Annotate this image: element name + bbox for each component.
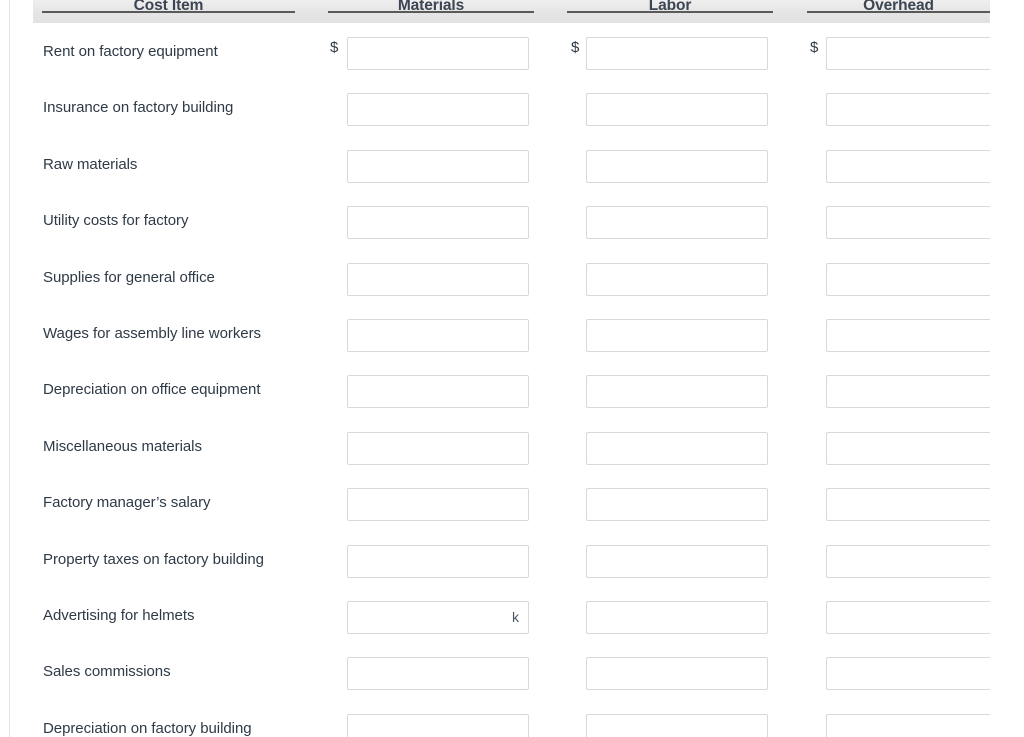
cost-item-label: Factory manager’s salary (43, 494, 211, 512)
cost-item-label: Rent on factory equipment (43, 43, 218, 60)
table-row: Wages for assembly line workers (10, 305, 990, 361)
table-body: Rent on factory equipment $ $ $ Insurance on… (10, 23, 990, 737)
labor-input[interactable] (586, 206, 768, 240)
overhead-input[interactable] (826, 600, 990, 634)
table-header-row: Cost Item Materials Labor Overhead (33, 0, 990, 23)
column-header-cost-item: Cost Item (42, 0, 295, 23)
cost-item-label: Supplies for general office (43, 268, 215, 286)
table-row: Advertising for helmets (10, 587, 990, 643)
materials-input[interactable] (347, 375, 529, 409)
overhead-input[interactable] (826, 262, 990, 296)
labor-input[interactable] (586, 375, 768, 409)
column-header-overhead: Overhead (807, 0, 990, 23)
overhead-input[interactable] (826, 657, 990, 691)
materials-input[interactable] (347, 544, 529, 578)
labor-input[interactable] (586, 544, 768, 578)
table-row: Sales commissions (10, 643, 990, 699)
currency-symbol: $ (571, 39, 580, 56)
materials-input[interactable] (347, 713, 529, 737)
labor-input[interactable] (586, 488, 768, 522)
column-header-materials-underline (328, 11, 534, 13)
materials-input[interactable] (347, 262, 529, 296)
worksheet-screen: Cost Item Materials Labor Overhead Rent … (0, 0, 1024, 737)
cost-item-label: Depreciation on factory building (43, 719, 252, 737)
column-header-materials: Materials (328, 0, 534, 23)
materials-input[interactable] (347, 93, 529, 127)
materials-input[interactable] (347, 657, 529, 691)
labor-input[interactable] (586, 713, 768, 737)
worksheet-page: Cost Item Materials Labor Overhead Rent … (10, 0, 990, 737)
overhead-input[interactable] (826, 149, 990, 183)
labor-input[interactable] (586, 318, 768, 352)
currency-symbol: $ (810, 39, 819, 56)
column-header-labor: Labor (567, 0, 773, 23)
table-row: Depreciation on factory building (10, 700, 990, 737)
table-row: Depreciation on office equipment (10, 361, 990, 417)
cost-item-label: Sales commissions (43, 663, 171, 681)
materials-input[interactable] (347, 37, 529, 70)
overhead-input[interactable] (826, 206, 990, 240)
column-header-labor-underline (567, 11, 773, 13)
cost-item-label: Utility costs for factory (43, 212, 189, 230)
materials-input[interactable] (347, 488, 529, 522)
materials-input[interactable] (347, 206, 529, 240)
overhead-input[interactable] (826, 544, 990, 578)
cost-item-label: Miscellaneous materials (43, 437, 202, 455)
labor-input[interactable] (586, 431, 768, 465)
overhead-input[interactable] (826, 37, 990, 70)
materials-input[interactable] (347, 149, 529, 183)
table-row: Property taxes on factory building (10, 531, 990, 587)
overhead-input[interactable] (826, 488, 990, 522)
column-header-overhead-underline (807, 11, 990, 13)
overhead-input[interactable] (826, 431, 990, 465)
overhead-input[interactable] (826, 93, 990, 127)
materials-input[interactable] (347, 600, 529, 634)
cost-item-label: Advertising for helmets (43, 606, 195, 624)
column-header-cost-item-underline (42, 11, 295, 13)
cost-item-label: Depreciation on office equipment (43, 381, 261, 399)
overhead-input[interactable] (826, 713, 990, 737)
labor-input[interactable] (586, 657, 768, 691)
cost-item-label: Insurance on factory building (43, 99, 234, 117)
currency-symbol: $ (330, 39, 339, 56)
table-row: Utility costs for factory (10, 192, 990, 248)
labor-input[interactable] (586, 93, 768, 127)
labor-input[interactable] (586, 37, 768, 70)
materials-input[interactable] (347, 431, 529, 465)
materials-input[interactable] (347, 318, 529, 352)
cost-item-label: Raw materials (43, 155, 138, 173)
labor-input[interactable] (586, 262, 768, 296)
cost-item-label: Wages for assembly line workers (43, 324, 261, 342)
overhead-input[interactable] (826, 318, 990, 352)
overhead-input[interactable] (826, 375, 990, 409)
table-row: Raw materials (10, 136, 990, 192)
table-row: Supplies for general office (10, 249, 990, 305)
table-row: Miscellaneous materials (10, 418, 990, 474)
table-row: Insurance on factory building (10, 79, 990, 135)
cost-item-label: Property taxes on factory building (43, 550, 264, 568)
labor-input[interactable] (586, 600, 768, 634)
table-row: Factory manager’s salary (10, 474, 990, 530)
labor-input[interactable] (586, 149, 768, 183)
table-row: Rent on factory equipment $ $ $ (10, 23, 990, 79)
